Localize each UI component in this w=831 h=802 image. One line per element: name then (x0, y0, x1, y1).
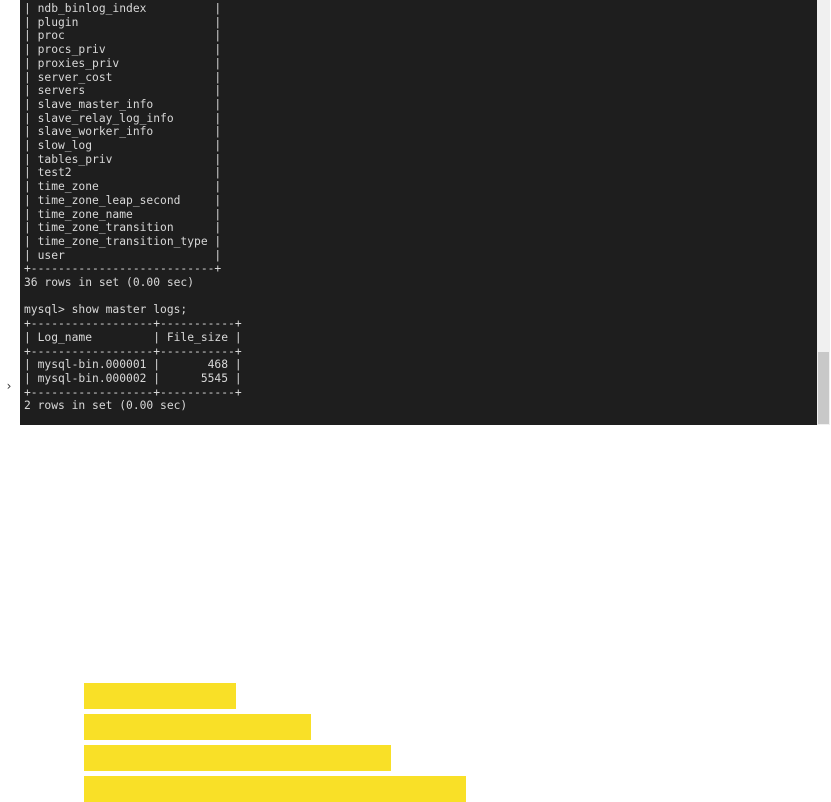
highlight-bar (84, 745, 391, 771)
highlight-bar (84, 714, 311, 740)
highlight-bars (84, 683, 466, 802)
highlight-bar (84, 776, 466, 802)
terminal-output: | ndb_binlog_index | | plugin | | proc |… (20, 0, 817, 425)
scrollbar-thumb[interactable] (818, 352, 829, 424)
terminal-text: | ndb_binlog_index | | plugin | | proc |… (24, 2, 242, 413)
chevron-right-icon[interactable]: › (0, 377, 18, 395)
terminal-scrollbar[interactable] (817, 0, 830, 425)
highlight-bar (84, 683, 236, 709)
